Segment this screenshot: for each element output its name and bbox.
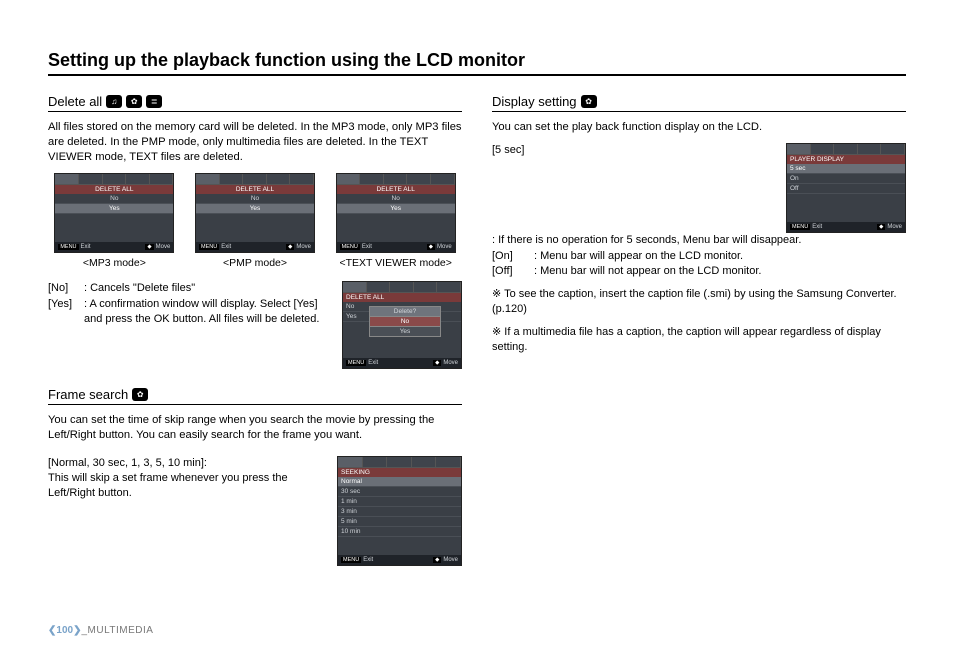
manual-page: Setting up the playback function using t… bbox=[0, 0, 954, 660]
text-icon: ≣ bbox=[146, 95, 162, 108]
section-title-text: Display setting bbox=[492, 94, 577, 109]
right-column: Display setting ✿ You can set the play b… bbox=[492, 94, 906, 566]
screen-player-display: PLAYER DISPLAY 5 sec On Off MENUExit◆Mov… bbox=[786, 143, 906, 233]
lcd-mock-confirm: DELETE ALL No Yes Delete? No Yes MENUExi… bbox=[342, 281, 462, 369]
page-title: Setting up the playback function using t… bbox=[48, 50, 906, 76]
gear-icon: ✿ bbox=[581, 95, 597, 108]
lcd-mock-display: PLAYER DISPLAY 5 sec On Off MENUExit◆Mov… bbox=[786, 143, 906, 233]
delete-all-options-row: [No]: Cancels "Delete files" [Yes]: A co… bbox=[48, 281, 462, 369]
section-title-text: Delete all bbox=[48, 94, 102, 109]
gear-icon: ✿ bbox=[126, 95, 142, 108]
confirm-dialog: Delete? No Yes bbox=[369, 306, 441, 337]
section-title-text: Frame search bbox=[48, 387, 128, 402]
content-columns: Delete all ♫ ✿ ≣ All files stored on the… bbox=[48, 94, 906, 566]
frame-search-row: [Normal, 30 sec, 1, 3, 5, 10 min]: This … bbox=[48, 456, 462, 566]
caption-text: <TEXT VIEWER mode> bbox=[329, 257, 462, 269]
screen-text: DELETE ALL No Yes MENUExit◆Move <TEXT VI… bbox=[329, 173, 462, 269]
screen-mp3: DELETE ALL No Yes MENUExit◆Move <MP3 mod… bbox=[48, 173, 181, 269]
lcd-mock: DELETE ALL No Yes MENUExit◆Move bbox=[195, 173, 315, 253]
page-footer: ❮100❯_MULTIMEDIA bbox=[48, 625, 153, 636]
delete-all-body: All files stored on the memory card will… bbox=[48, 120, 462, 165]
section-title-delete-all: Delete all ♫ ✿ ≣ bbox=[48, 94, 462, 112]
frame-search-body: You can set the time of skip range when … bbox=[48, 413, 462, 443]
display-setting-row: PLAYER DISPLAY 5 sec On Off MENUExit◆Mov… bbox=[492, 143, 906, 279]
delete-all-options: [No]: Cancels "Delete files" [Yes]: A co… bbox=[48, 281, 332, 369]
note-1: ※ To see the caption, insert the caption… bbox=[492, 287, 906, 317]
lcd-mock: DELETE ALL No Yes MENUExit◆Move bbox=[336, 173, 456, 253]
section-title-display-setting: Display setting ✿ bbox=[492, 94, 906, 112]
delete-all-screens: DELETE ALL No Yes MENUExit◆Move <MP3 mod… bbox=[48, 173, 462, 269]
caption-mp3: <MP3 mode> bbox=[48, 257, 181, 269]
caption-pmp: <PMP mode> bbox=[189, 257, 322, 269]
screen-seeking: SEEKING Normal 30 sec 1 min 3 min 5 min … bbox=[337, 456, 462, 566]
gear-icon: ✿ bbox=[132, 388, 148, 401]
section-title-frame-search: Frame search ✿ bbox=[48, 387, 462, 405]
note-2: ※ If a multimedia file has a caption, th… bbox=[492, 325, 906, 355]
screen-confirm: DELETE ALL No Yes Delete? No Yes MENUExi… bbox=[342, 281, 462, 369]
frame-search-option: [Normal, 30 sec, 1, 3, 5, 10 min]: This … bbox=[48, 456, 327, 566]
lcd-mock-seeking: SEEKING Normal 30 sec 1 min 3 min 5 min … bbox=[337, 456, 462, 566]
screen-pmp: DELETE ALL No Yes MENUExit◆Move <PMP mod… bbox=[189, 173, 322, 269]
music-icon: ♫ bbox=[106, 95, 122, 108]
lcd-mock: DELETE ALL No Yes MENUExit◆Move bbox=[54, 173, 174, 253]
left-column: Delete all ♫ ✿ ≣ All files stored on the… bbox=[48, 94, 462, 566]
display-setting-body: You can set the play back function displ… bbox=[492, 120, 906, 135]
